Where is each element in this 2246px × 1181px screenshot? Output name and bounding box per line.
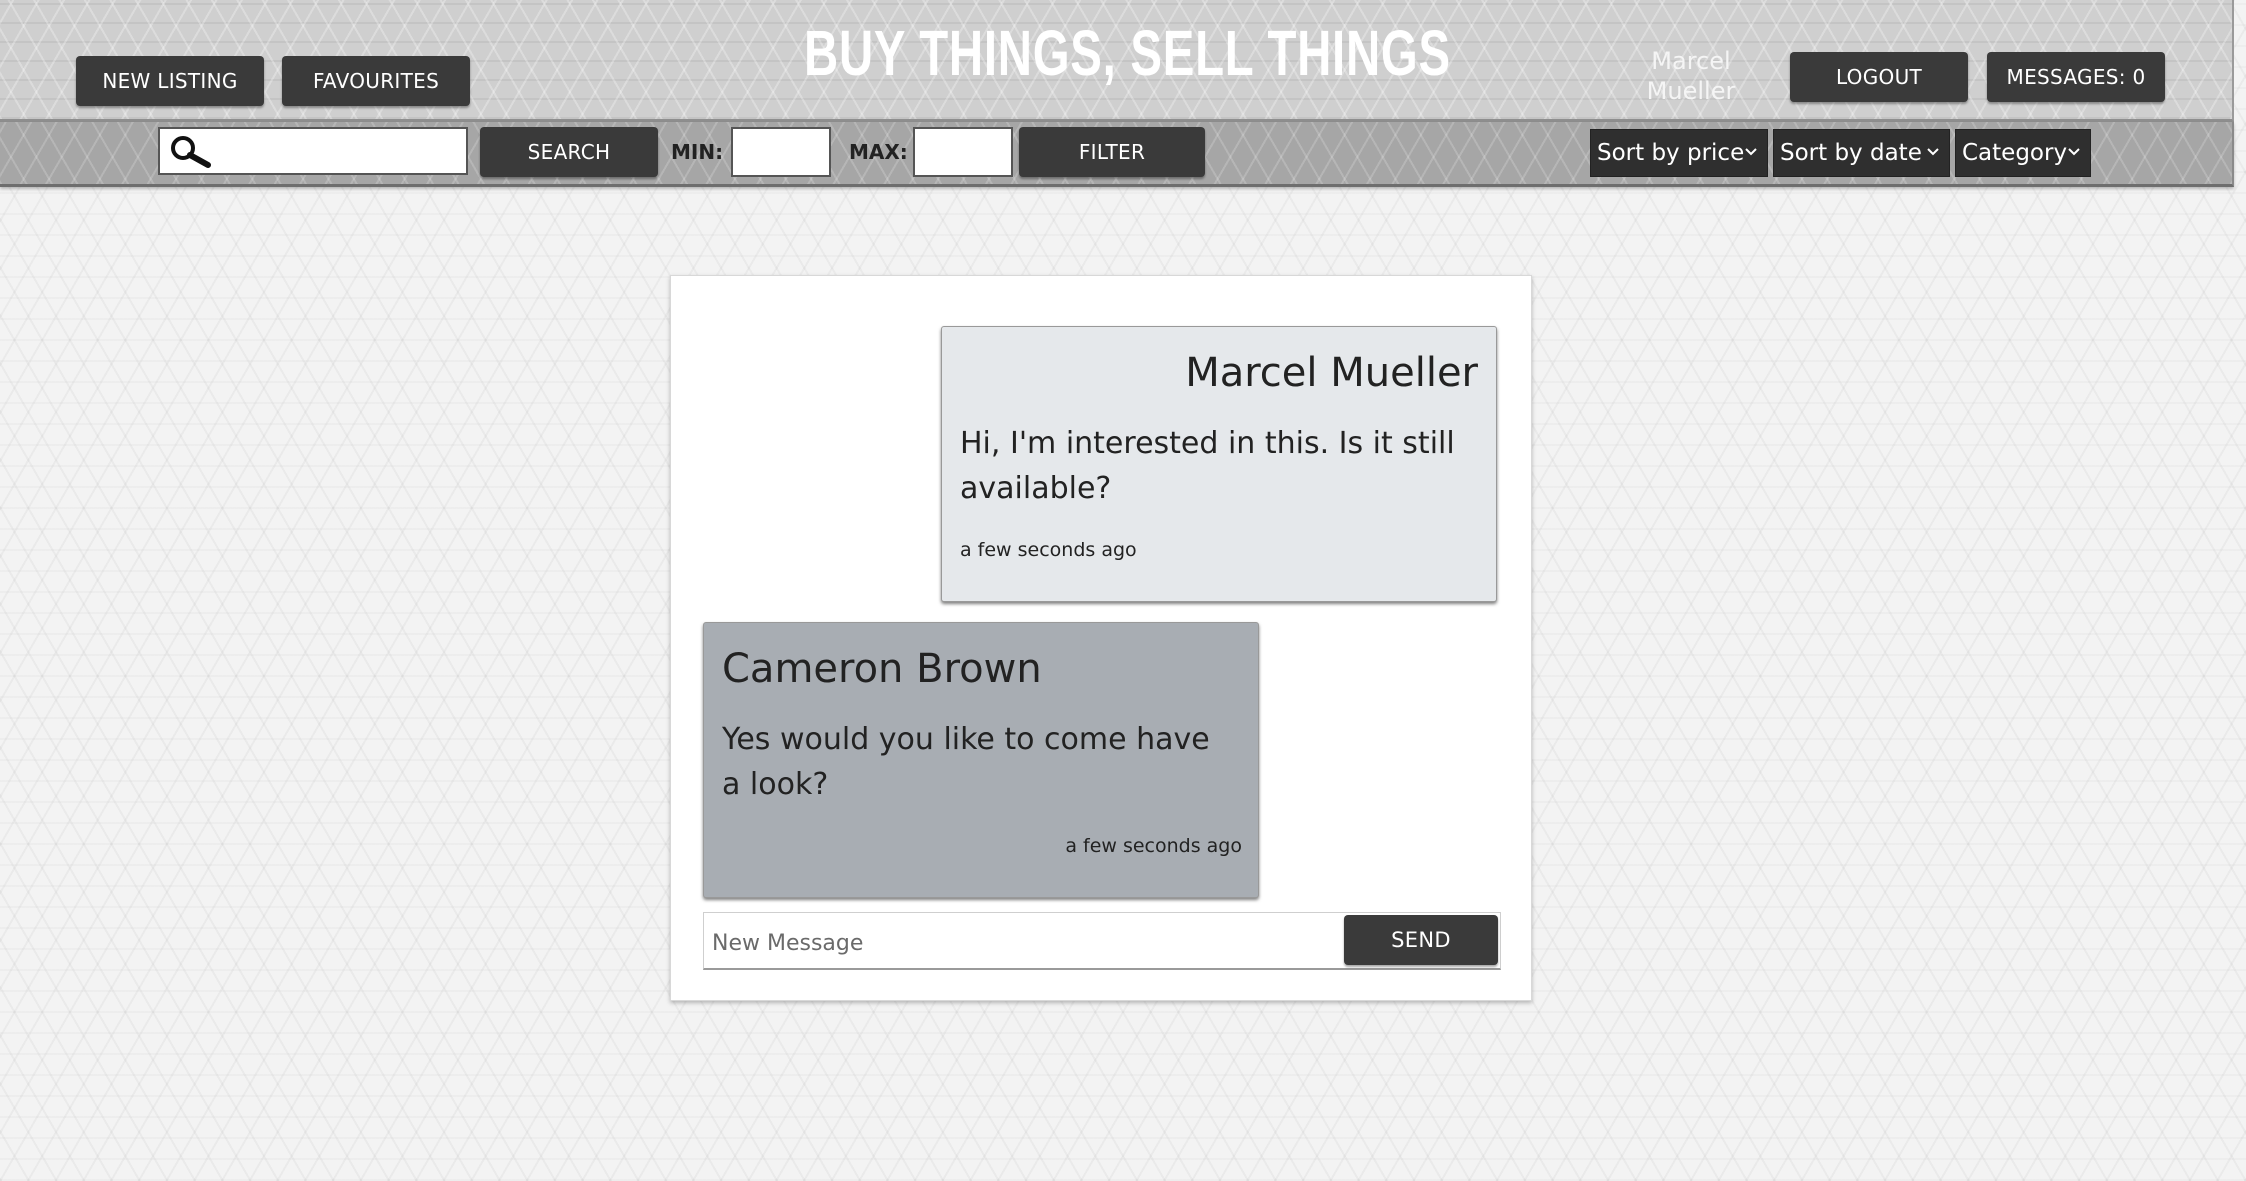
message-timestamp: a few seconds ago (960, 539, 1137, 561)
chevron-down-icon (1927, 148, 1939, 156)
chevron-down-icon (2068, 148, 2080, 156)
logout-button[interactable]: LOGOUT (1790, 52, 1968, 102)
favourites-button[interactable]: FAVOURITES (282, 56, 470, 106)
message-sender: Cameron Brown (722, 646, 1042, 692)
max-label: MAX: (849, 140, 908, 164)
new-listing-button[interactable]: NEW LISTING (76, 56, 264, 106)
send-button[interactable]: SEND (1344, 915, 1498, 965)
min-label: MIN: (671, 140, 724, 164)
chevron-down-icon (1745, 148, 1757, 156)
category-label: Category (1962, 140, 2068, 166)
message-bubble-sent: Marcel Mueller Hi, I'm interested in thi… (941, 326, 1497, 602)
site-title: BUY THINGS, SELL THINGS (804, 17, 1451, 89)
sort-by-date-label: Sort by date (1780, 140, 1922, 166)
message-timestamp: a few seconds ago (1065, 835, 1242, 857)
current-user-name: Marcel Mueller (1646, 47, 1736, 105)
conversation-panel: Marcel Mueller Hi, I'm interested in thi… (670, 275, 1532, 1001)
sort-by-date-select[interactable]: Sort by date (1773, 129, 1950, 177)
sort-by-price-label: Sort by price (1597, 140, 1745, 166)
search-field[interactable] (158, 127, 468, 175)
new-message-input[interactable] (710, 923, 1334, 963)
search-icon (171, 136, 211, 168)
compose-bar: SEND (703, 912, 1501, 970)
message-sender: Marcel Mueller (1185, 350, 1478, 396)
sort-by-price-select[interactable]: Sort by price (1590, 129, 1768, 177)
max-price-input[interactable] (913, 127, 1013, 177)
message-bubble-received: Cameron Brown Yes would you like to come… (703, 622, 1259, 898)
search-button[interactable]: SEARCH (480, 127, 658, 177)
min-price-input[interactable] (731, 127, 831, 177)
filter-button[interactable]: FILTER (1019, 127, 1205, 177)
messages-button[interactable]: MESSAGES: 0 (1987, 52, 2165, 102)
message-text: Yes would you like to come have a look? (722, 722, 1210, 802)
category-select[interactable]: Category (1955, 129, 2091, 177)
search-input[interactable] (218, 133, 462, 171)
message-text: Hi, I'm interested in this. Is it still … (960, 426, 1455, 506)
